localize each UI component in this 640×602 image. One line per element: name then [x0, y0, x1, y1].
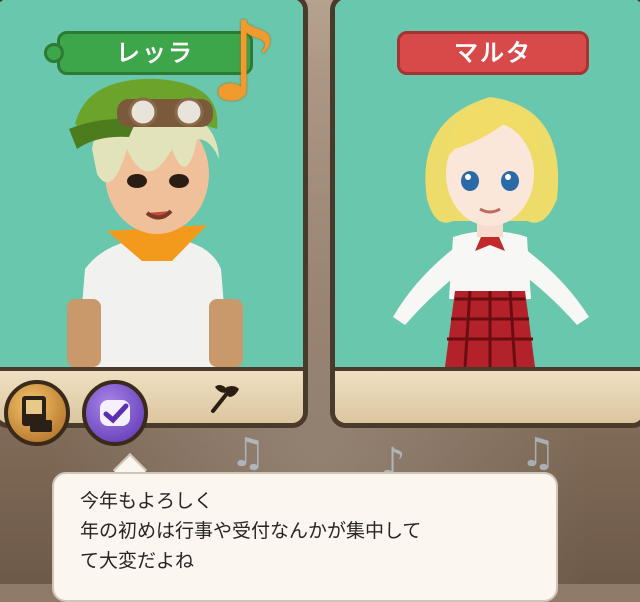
check-button[interactable] — [82, 380, 148, 446]
axe-icon — [211, 385, 239, 413]
left-character-portrait: レッラ ♪ — [0, 0, 303, 371]
left-character-panel: レッラ ♪ — [0, 0, 308, 428]
right-panel-footer — [335, 371, 640, 423]
dialog-line: 年の初めは行事や受付なんかが集中して — [80, 520, 422, 542]
check-badge-icon — [100, 400, 130, 426]
background-music-note-icon: ♫ — [230, 430, 266, 476]
music-note-icon: ♪ — [209, 0, 280, 126]
dialog-line: 今年もよろしく — [80, 490, 214, 512]
right-character-panel: マルタ — [330, 0, 640, 428]
right-character-name: マルタ — [397, 31, 589, 75]
dialog-bubble[interactable]: 今年もよろしく 年の初めは行事や受付なんかが集中して て大変だよね — [52, 472, 558, 602]
map-book-button[interactable] — [4, 380, 70, 446]
map-book-icon — [22, 396, 52, 432]
dialog-line: て大変だよね — [80, 550, 195, 572]
right-character-portrait: マルタ — [335, 0, 640, 371]
background-music-note-icon: ♫ — [520, 430, 556, 476]
